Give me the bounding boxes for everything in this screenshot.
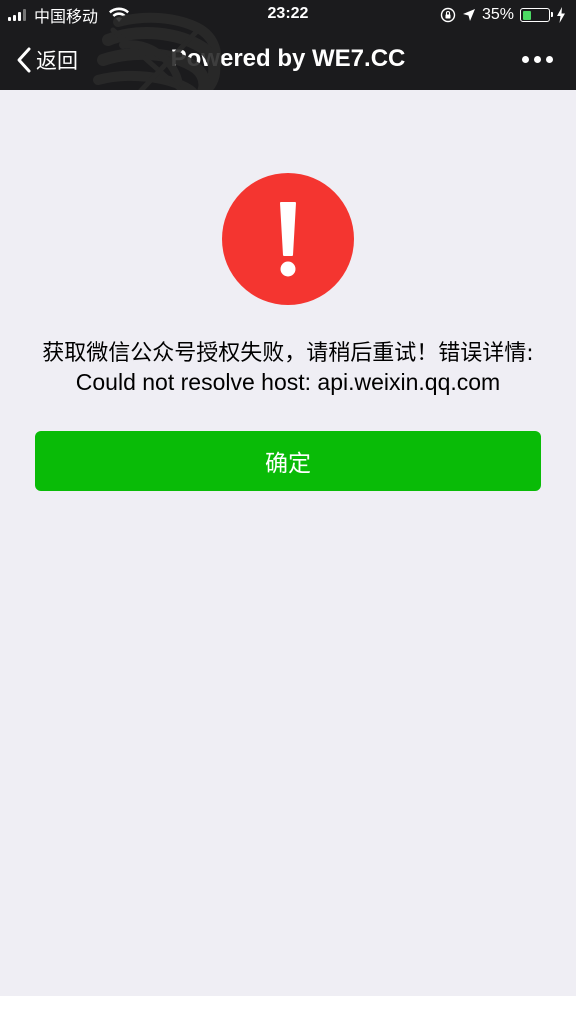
error-message-detail: Could not resolve host: api.weixin.qq.co… bbox=[75, 369, 501, 395]
status-right: 35% bbox=[440, 5, 566, 25]
confirm-button[interactable]: 确定 bbox=[35, 431, 541, 491]
nav-bar: 返回 Powered by WE7.CC bbox=[0, 30, 576, 90]
more-dot bbox=[534, 55, 541, 63]
error-message-cn: 获取微信公众号授权失败，请稍后重试！错误详情: bbox=[42, 341, 534, 366]
battery-level-fill bbox=[522, 10, 531, 20]
location-arrow-icon bbox=[462, 9, 475, 21]
bottom-strip bbox=[0, 996, 576, 1024]
more-dot bbox=[522, 55, 529, 63]
battery-icon bbox=[520, 8, 553, 22]
error-message: 获取微信公众号授权失败，请稍后重试！错误详情: Could not resolv… bbox=[0, 340, 576, 396]
charging-bolt-icon bbox=[557, 7, 565, 23]
more-button[interactable] bbox=[522, 52, 554, 66]
exclamation-icon bbox=[280, 202, 296, 277]
content-area: 获取微信公众号授权失败，请稍后重试！错误详情: Could not resolv… bbox=[0, 90, 576, 996]
page-title: Powered by WE7.CC bbox=[170, 45, 406, 72]
more-dot bbox=[546, 55, 553, 63]
error-icon bbox=[222, 173, 354, 305]
orientation-lock-icon bbox=[440, 7, 456, 23]
status-bar: 中国移动 23:22 35% bbox=[0, 0, 576, 30]
battery-percent: 35% bbox=[481, 6, 514, 23]
